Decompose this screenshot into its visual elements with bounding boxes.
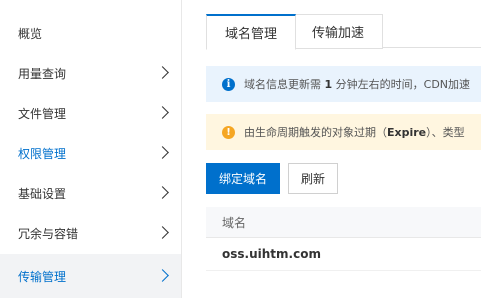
info-banner: i 域名信息更新需 1 分钟左右的时间，CDN加速: [206, 66, 481, 102]
chevron-right-icon: [156, 106, 169, 119]
chevron-right-icon: [156, 66, 169, 79]
sidebar-item-transfer-management[interactable]: 传输管理: [0, 254, 181, 298]
domain-cell: oss.uihtm.com: [222, 247, 321, 261]
table-header: 域名: [206, 207, 481, 238]
sidebar-item-permission-management[interactable]: 权限管理: [0, 133, 181, 173]
sidebar-item-file-management[interactable]: 文件管理: [0, 93, 181, 133]
sidebar-item-label: 权限管理: [18, 146, 67, 161]
tab-label: 传输加速: [311, 26, 364, 41]
info-icon: i: [222, 77, 235, 91]
chevron-right-icon: [156, 146, 169, 159]
table-row[interactable]: oss.uihtm.com: [206, 238, 481, 271]
sidebar-item-label: 基础设置: [18, 186, 67, 201]
chevron-right-icon: [156, 226, 169, 239]
warning-banner: ! 由生命周期触发的对象过期（Expire）、类型: [206, 114, 481, 150]
tab-transfer-acceleration[interactable]: 传输加速: [294, 14, 383, 49]
sidebar-item-label: 概览: [18, 26, 43, 41]
chevron-right-icon: [156, 186, 169, 199]
chevron-right-icon: [156, 269, 169, 282]
sidebar-item-label: 用量查询: [18, 66, 67, 81]
sidebar-item-redundancy[interactable]: 冗余与容错: [0, 213, 181, 253]
tab-bar: 域名管理 传输加速: [206, 14, 481, 50]
tab-label: 域名管理: [224, 27, 277, 42]
sidebar-item-usage-query[interactable]: 用量查询: [0, 53, 181, 93]
column-header-domain: 域名: [222, 215, 247, 230]
bind-domain-button[interactable]: 绑定域名: [206, 163, 280, 194]
sidebar: 概览 用量查询 文件管理 权限管理 基础设置 冗余与容错 传输管理: [0, 0, 182, 298]
sidebar-item-label: 冗余与容错: [18, 226, 79, 241]
tab-domain-management[interactable]: 域名管理: [206, 14, 296, 50]
refresh-button[interactable]: 刷新: [288, 163, 338, 194]
warning-banner-text: 由生命周期触发的对象过期（Expire）、类型: [244, 126, 465, 139]
sidebar-item-basic-settings[interactable]: 基础设置: [0, 173, 181, 213]
sidebar-item-label: 传输管理: [18, 269, 67, 284]
info-banner-text: 域名信息更新需 1 分钟左右的时间，CDN加速: [244, 78, 471, 91]
warning-icon: !: [222, 125, 235, 139]
main-content: 域名管理 传输加速 i 域名信息更新需 1 分钟左右的时间，CDN加速 ! 由生…: [182, 0, 481, 298]
sidebar-item-label: 文件管理: [18, 106, 67, 121]
sidebar-item-overview[interactable]: 概览: [0, 13, 181, 53]
